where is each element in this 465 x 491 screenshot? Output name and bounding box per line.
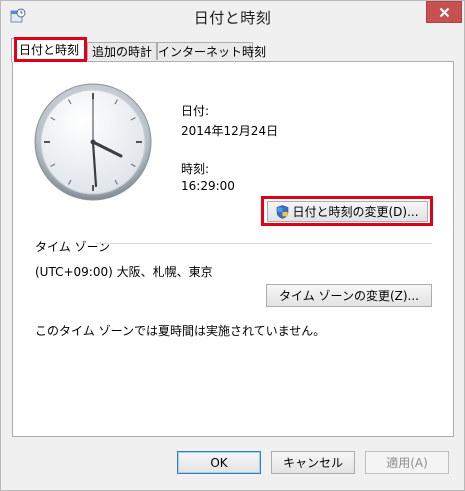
tab-panel-date-time: 日付: 2014年12月24日 時刻: 16:29:00 タイム ゾーン (UT… xyxy=(12,61,454,437)
change-date-time-highlight-box xyxy=(261,196,433,226)
tab-internet-time[interactable]: インターネット時刻 xyxy=(157,42,266,60)
ok-button[interactable]: OK xyxy=(177,451,261,474)
analog-clock xyxy=(34,83,152,201)
tab-additional-clocks[interactable]: 追加の時計 xyxy=(87,42,157,60)
time-value: 16:29:00 xyxy=(181,179,235,193)
timezone-group-divider xyxy=(96,243,432,244)
timezone-group-label: タイム ゾーン xyxy=(35,240,110,254)
date-value: 2014年12月24日 xyxy=(181,124,279,138)
date-label: 日付: xyxy=(181,104,210,118)
tab-highlight-box xyxy=(14,37,87,62)
cancel-button[interactable]: キャンセル xyxy=(271,451,355,474)
date-time-dialog: 日付と時刻 日付と時刻 追加の時計 インターネット時刻 日付: 2014年12月… xyxy=(0,0,465,491)
title-bar: 日付と時刻 xyxy=(1,1,464,32)
timezone-value: (UTC+09:00) 大阪、札幌、東京 xyxy=(35,265,213,279)
window-title: 日付と時刻 xyxy=(193,9,272,27)
close-icon xyxy=(439,7,449,17)
dst-note: このタイム ゾーンでは夏時間は実施されていません。 xyxy=(35,324,326,338)
apply-button[interactable]: 適用(A) xyxy=(365,451,449,474)
time-label: 時刻: xyxy=(181,162,210,176)
change-time-zone-button[interactable]: タイム ゾーンの変更(Z)... xyxy=(266,284,432,307)
close-button[interactable] xyxy=(426,1,462,23)
